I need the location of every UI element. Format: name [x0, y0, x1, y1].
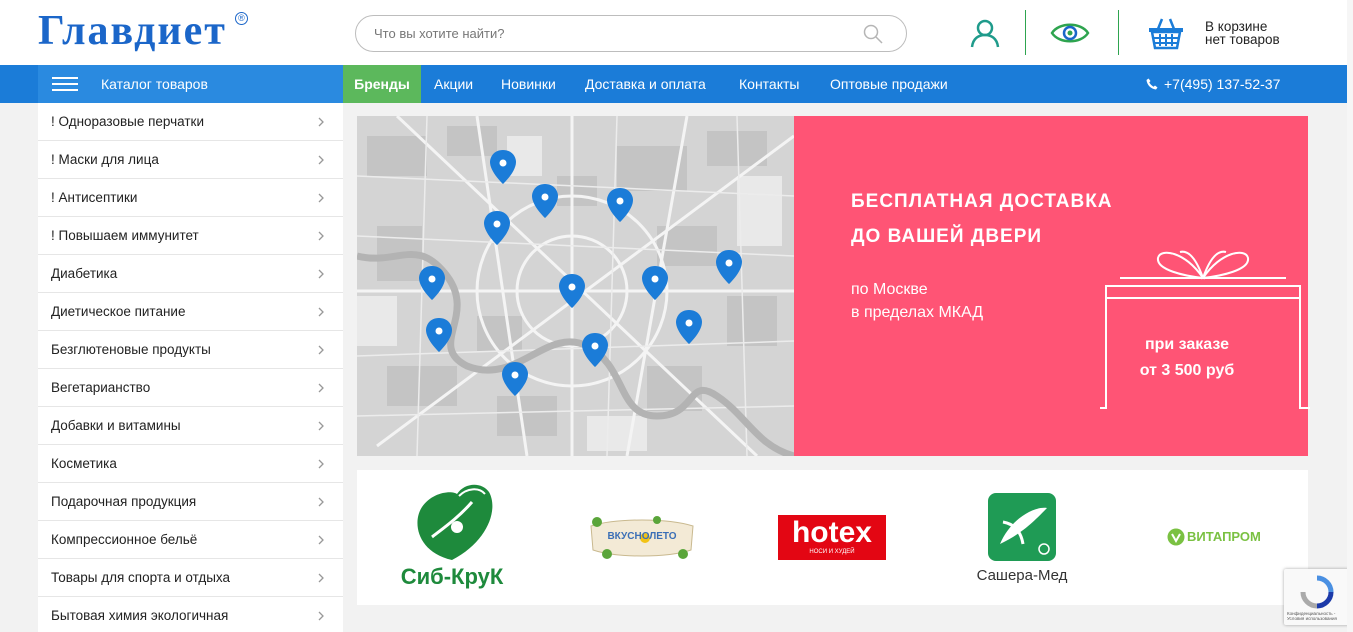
sidebar-item-antiseptics[interactable]: ! Антисептики — [38, 179, 343, 217]
header: Главдиет ® В корзин — [0, 0, 1353, 65]
cart-status-line2: нет товаров — [1205, 32, 1280, 47]
brand-vkusnoleto[interactable]: ВКУСНОЛЕТО — [587, 512, 697, 564]
brand-vitaprom-label: ВИТАПРОМ — [1187, 529, 1261, 544]
gift-box-icon — [1100, 250, 1310, 409]
sidebar-item-gifts[interactable]: Подарочная продукция — [38, 483, 343, 521]
brands-carousel: Сиб-КруК ВКУСНОЛЕТО hotex НОСИ И ХУДЕЙ С… — [357, 470, 1308, 605]
recaptcha-badge[interactable]: Конфиденциальность - Условия использован… — [1284, 569, 1350, 625]
sidebar-item-supplements[interactable]: Добавки и витамины — [38, 407, 343, 445]
basket-icon[interactable] — [1148, 16, 1184, 50]
catalog-button[interactable]: Каталог товаров — [38, 65, 343, 103]
chevron-right-icon — [318, 231, 324, 241]
hamburger-icon — [52, 77, 78, 91]
sidebar-item-label: ! Одноразовые перчатки — [51, 114, 204, 129]
sidebar-item-label: Безглютеновые продукты — [51, 342, 211, 357]
chevron-right-icon — [318, 421, 324, 431]
sidebar-item-immunity[interactable]: ! Повышаем иммунитет — [38, 217, 343, 255]
chevron-right-icon — [318, 383, 324, 393]
search-input[interactable] — [355, 15, 907, 52]
brand-sibkruk-label: Сиб-КруК — [400, 564, 504, 589]
delivery-banner[interactable]: БЕСПЛАТНАЯ ДОСТАВКА ДО ВАШЕЙ ДВЕРИ по Мо… — [357, 116, 1310, 456]
gift-text-line2: от 3 500 руб — [1139, 362, 1235, 379]
sidebar-item-label: Диабетика — [51, 266, 118, 281]
user-icon[interactable] — [969, 17, 1001, 49]
promo-sub-line2: в пределах МКАД — [851, 304, 984, 321]
sidebar-item-gluten-free[interactable]: Безглютеновые продукты — [38, 331, 343, 369]
recaptcha-text: Конфиденциальность - Условия использован… — [1287, 611, 1337, 621]
promo-sub-line1: по Москве — [851, 281, 928, 298]
catalog-label: Каталог товаров — [101, 76, 208, 92]
page-scrollbar[interactable] — [1347, 0, 1353, 632]
chevron-right-icon — [318, 497, 324, 507]
vitaprom-logo-icon — [1167, 528, 1185, 546]
chevron-right-icon — [318, 193, 324, 203]
moscow-map — [357, 116, 794, 456]
phone-icon — [1146, 78, 1158, 90]
brand-sibkruk[interactable]: Сиб-КруК — [397, 482, 507, 592]
recaptcha-terms[interactable]: Условия использования — [1287, 616, 1337, 621]
chevron-right-icon — [318, 345, 324, 355]
sidebar-item-label: Товары для спорта и отдыха — [51, 570, 231, 585]
sidebar-item-label: ! Маски для лица — [51, 152, 159, 167]
chevron-right-icon — [318, 611, 324, 621]
sidebar-item-label: Бытовая химия экологичная — [51, 608, 229, 623]
cart-status[interactable]: В корзине нет товаров — [1205, 20, 1280, 47]
registered-mark: ® — [235, 12, 248, 25]
nav-item-delivery[interactable]: Доставка и оплата — [585, 65, 706, 103]
brand-hotex[interactable]: hotex НОСИ И ХУДЕЙ — [778, 515, 886, 560]
phone-number: +7(495) 137-52-37 — [1164, 76, 1281, 92]
chevron-right-icon — [318, 269, 324, 279]
sidebar-item-label: ! Антисептики — [51, 190, 138, 205]
promo-title-line2: ДО ВАШЕЙ ДВЕРИ — [851, 226, 1043, 247]
brand-vitaprom[interactable]: ВИТАПРОМ — [1157, 525, 1267, 550]
sidebar-item-household[interactable]: Бытовая химия экологичная — [38, 597, 343, 632]
page: Главдиет ® В корзин — [0, 0, 1353, 632]
promo-title-line1: БЕСПЛАТНАЯ ДОСТАВКА — [851, 191, 1113, 212]
chevron-right-icon — [318, 459, 324, 469]
sidebar-item-dietary[interactable]: Диетическое питание — [38, 293, 343, 331]
sidebar-item-sport[interactable]: Товары для спорта и отдыха — [38, 559, 343, 597]
leaf-logo-icon — [417, 484, 493, 560]
sidebar-item-compression[interactable]: Компрессионное бельё — [38, 521, 343, 559]
phone-link[interactable]: +7(495) 137-52-37 — [1146, 76, 1280, 92]
promo-panel: БЕСПЛАТНАЯ ДОСТАВКА ДО ВАШЕЙ ДВЕРИ по Мо… — [794, 116, 1310, 456]
sidebar-item-cosmetics[interactable]: Косметика — [38, 445, 343, 483]
sidebar-item-label: Добавки и витамины — [51, 418, 181, 433]
header-divider — [1025, 10, 1026, 55]
main-nav: Каталог товаров Бренды Акции Новинки Дос… — [0, 65, 1353, 103]
nav-item-new[interactable]: Новинки — [501, 65, 556, 103]
sidebar-item-label: Косметика — [51, 456, 117, 471]
catalog-sidebar: ! Одноразовые перчатки ! Маски для лица … — [38, 103, 343, 632]
brand-hotex-sub: НОСИ И ХУДЕЙ — [809, 549, 855, 555]
site-logo[interactable]: Главдиет — [38, 10, 227, 52]
sidebar-item-label: ! Повышаем иммунитет — [51, 228, 199, 243]
brand-sashera-label: Сашера-Мед — [976, 567, 1068, 584]
chevron-right-icon — [318, 117, 324, 127]
eye-icon[interactable] — [1050, 20, 1090, 46]
nav-item-brands[interactable]: Бренды — [343, 65, 421, 103]
chevron-right-icon — [318, 307, 324, 317]
sidebar-item-masks[interactable]: ! Маски для лица — [38, 141, 343, 179]
header-divider — [1118, 10, 1119, 55]
sidebar-item-diabetic[interactable]: Диабетика — [38, 255, 343, 293]
sidebar-item-label: Компрессионное бельё — [51, 532, 198, 547]
chevron-right-icon — [318, 535, 324, 545]
sidebar-item-label: Диетическое питание — [51, 304, 186, 319]
sidebar-item-label: Подарочная продукция — [51, 494, 197, 509]
sidebar-item-vegetarian[interactable]: Вегетарианство — [38, 369, 343, 407]
gift-text-line1: при заказе — [1144, 336, 1230, 353]
sidebar-item-label: Вегетарианство — [51, 380, 151, 395]
nav-item-promotions[interactable]: Акции — [434, 65, 473, 103]
nav-item-contacts[interactable]: Контакты — [739, 65, 799, 103]
search-icon[interactable] — [863, 24, 883, 44]
brand-sashera[interactable]: Сашера-Мед — [967, 492, 1077, 587]
sashera-logo-icon — [988, 493, 1056, 561]
chevron-right-icon — [318, 573, 324, 583]
brand-hotex-label: hotex — [791, 516, 872, 549]
nav-item-wholesale[interactable]: Оптовые продажи — [830, 65, 948, 103]
recaptcha-icon — [1300, 575, 1334, 609]
sidebar-item-gloves[interactable]: ! Одноразовые перчатки — [38, 103, 343, 141]
chevron-right-icon — [318, 155, 324, 165]
brand-vkusnoleto-label: ВКУСНОЛЕТО — [607, 531, 677, 542]
